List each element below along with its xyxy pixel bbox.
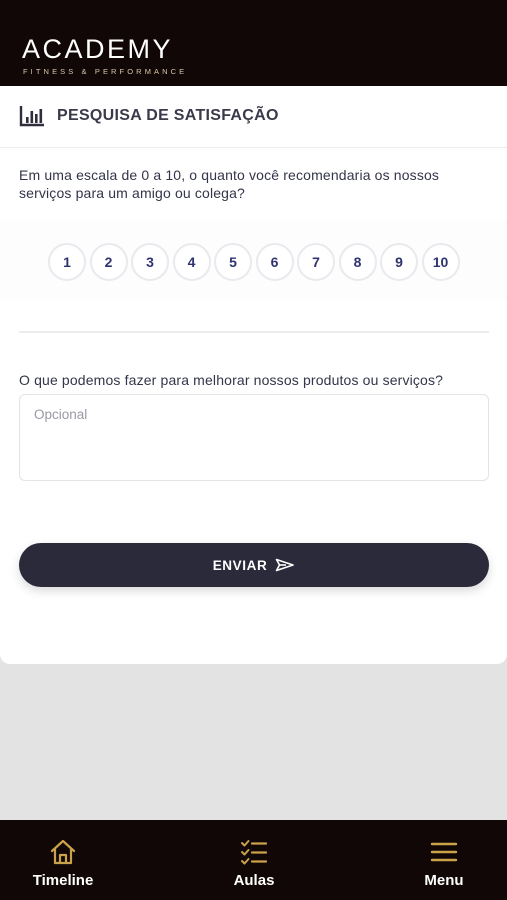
send-button-label: ENVIAR xyxy=(212,557,268,573)
nav-menu[interactable]: Menu xyxy=(379,820,507,900)
improvement-question: O que podemos fazer para melhorar nossos… xyxy=(19,372,444,388)
rating-option-5[interactable]: 5 xyxy=(214,243,252,281)
survey-title: PESQUISA DE SATISFAÇÃO xyxy=(57,107,279,124)
nav-menu-label: Menu xyxy=(424,872,464,889)
hamburger-menu-icon xyxy=(430,842,458,862)
survey-card: PESQUISA DE SATISFAÇÃO Em uma escala de … xyxy=(0,86,507,664)
rating-option-7[interactable]: 7 xyxy=(297,243,335,281)
app-header: ACADEMY FITNESS & PERFORMANCE xyxy=(0,0,507,86)
rating-option-3[interactable]: 3 xyxy=(131,243,169,281)
rating-option-6[interactable]: 6 xyxy=(255,243,294,281)
home-icon xyxy=(50,839,76,865)
brand-logo-title: ACADEMY xyxy=(22,34,174,64)
feedback-textarea[interactable] xyxy=(19,394,489,481)
recommend-question: Em uma escala de 0 a 10, o quanto você r… xyxy=(19,167,440,201)
rating-option-9[interactable]: 9 xyxy=(380,243,418,281)
nav-aulas[interactable]: Aulas xyxy=(189,820,319,900)
send-icon xyxy=(275,558,295,572)
rating-option-4[interactable]: 4 xyxy=(172,243,211,281)
brand-logo-subtitle: FITNESS & PERFORMANCE xyxy=(23,67,188,76)
rating-option-10[interactable]: 10 xyxy=(421,243,460,281)
rating-option-8[interactable]: 8 xyxy=(338,243,377,281)
bar-chart-icon xyxy=(19,106,44,127)
section-divider xyxy=(19,331,489,333)
rating-option-1[interactable]: 1 xyxy=(48,243,86,281)
survey-header: PESQUISA DE SATISFAÇÃO xyxy=(0,86,507,148)
app-root: ACADEMY FITNESS & PERFORMANCE PESQUISA D… xyxy=(0,0,507,900)
bottom-nav: Timeline Aulas Menu xyxy=(0,820,507,900)
send-button[interactable]: ENVIAR xyxy=(19,543,489,587)
nav-aulas-label: Aulas xyxy=(233,872,275,889)
nav-timeline[interactable]: Timeline xyxy=(0,820,128,900)
rating-option-2[interactable]: 2 xyxy=(89,243,128,281)
rating-scale: 1 2 3 4 5 6 7 8 9 10 xyxy=(48,243,463,281)
checklist-icon xyxy=(241,840,268,865)
nav-timeline-label: Timeline xyxy=(32,872,94,889)
